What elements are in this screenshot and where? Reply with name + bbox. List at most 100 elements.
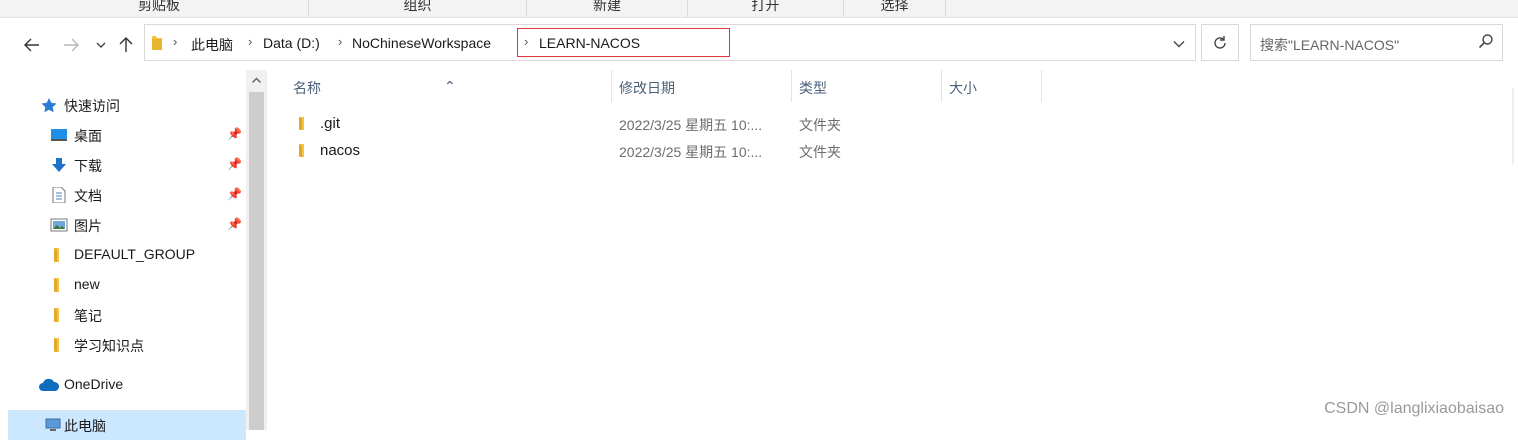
up-arrow-icon <box>119 37 133 52</box>
pin-icon: 📌 <box>227 157 242 171</box>
folder-icon <box>50 307 68 323</box>
sidebar-item-desktop[interactable]: 桌面 📌 <box>8 120 246 150</box>
sidebar-item-label: DEFAULT_GROUP <box>74 246 196 262</box>
sidebar-item-this-pc[interactable]: 此电脑 <box>8 410 246 440</box>
breadcrumb-workspace[interactable]: NoChineseWorkspace <box>352 35 491 51</box>
ribbon-group-select[interactable]: 选择 <box>844 0 946 17</box>
pin-icon: 📌 <box>227 217 242 231</box>
sidebar-item-label: new <box>74 276 100 292</box>
ribbon-group-label: 选择 <box>880 0 909 13</box>
ribbon-group-label: 组织 <box>403 0 432 13</box>
cloud-icon <box>38 377 60 393</box>
sidebar-item-notes[interactable]: 笔记 <box>8 300 246 330</box>
sidebar-item-label: 下载 <box>74 158 102 174</box>
column-header-type[interactable]: 类型 <box>799 78 827 98</box>
column-divider[interactable] <box>941 70 942 102</box>
refresh-icon <box>1214 35 1226 49</box>
forward-arrow-icon <box>64 38 79 52</box>
sidebar-item-label: 快速访问 <box>64 98 120 114</box>
chevron-down-icon <box>1173 41 1185 48</box>
sidebar-item-label: 学习知识点 <box>74 338 144 354</box>
sidebar-item-downloads[interactable]: 下载 📌 <box>8 150 246 180</box>
document-icon <box>50 186 68 204</box>
breadcrumb-separator-icon: › <box>248 34 253 49</box>
pin-icon: 📌 <box>227 127 242 141</box>
sidebar-item-label: 图片 <box>74 218 102 234</box>
navigation-pane: 快速访问 桌面 📌 下载 📌 文档 📌 图片 📌 DEFAULT_GROUP n… <box>8 70 246 440</box>
ribbon-group-organize[interactable]: 组织 <box>309 0 527 17</box>
address-bar[interactable]: › 此电脑 › Data (D:) › NoChineseWorkspace ›… <box>144 24 1196 61</box>
chevron-up-icon <box>252 77 261 83</box>
table-row[interactable]: .git 2022/3/25 星期五 10:... 文件夹 <box>268 111 1518 138</box>
column-divider[interactable] <box>1041 70 1042 102</box>
ribbon-group-new[interactable]: 新建 <box>527 0 688 17</box>
sidebar-item-label: OneDrive <box>64 376 124 392</box>
sidebar-item-new[interactable]: new <box>8 270 246 300</box>
sidebar-item-default-group[interactable]: DEFAULT_GROUP <box>8 240 246 270</box>
folder-icon <box>50 277 68 293</box>
chevron-down-icon <box>96 42 106 48</box>
address-dropdown-button[interactable] <box>1173 35 1185 51</box>
file-list: ⌃ 名称 修改日期 类型 大小 .git 2022/3/25 星期五 10:..… <box>268 70 1518 430</box>
column-divider[interactable] <box>611 70 612 102</box>
folder-icon <box>50 337 68 353</box>
sidebar-item-onedrive[interactable]: OneDrive <box>8 370 246 400</box>
ribbon-group-open[interactable]: 打开 <box>688 0 844 17</box>
ribbon-group-clipboard[interactable]: 剪贴板 <box>10 0 309 17</box>
scroll-thumb[interactable] <box>249 92 264 430</box>
back-button[interactable] <box>20 33 44 57</box>
recent-locations-button[interactable] <box>89 33 113 57</box>
folder-icon <box>152 36 162 50</box>
file-type: 文件夹 <box>799 117 841 133</box>
file-modified: 2022/3/25 星期五 10:... <box>619 144 763 160</box>
up-button[interactable] <box>114 33 138 57</box>
column-header-modified[interactable]: 修改日期 <box>619 78 675 98</box>
sidebar-item-documents[interactable]: 文档 📌 <box>8 180 246 210</box>
picture-icon <box>50 217 68 233</box>
file-name: nacos <box>320 142 361 159</box>
folder-icon <box>296 143 312 158</box>
search-icon[interactable] <box>1478 33 1494 52</box>
star-icon <box>40 97 58 113</box>
desktop-icon <box>50 127 68 143</box>
sidebar-item-quick-access[interactable]: 快速访问 <box>8 90 246 120</box>
forward-button[interactable] <box>59 33 83 57</box>
sidebar-item-study[interactable]: 学习知识点 <box>8 330 246 360</box>
ribbon-group-label: 剪贴板 <box>138 0 180 13</box>
sidebar-item-pictures[interactable]: 图片 📌 <box>8 210 246 240</box>
sidebar-item-label: 文档 <box>74 188 102 204</box>
ribbon-group-label: 打开 <box>751 0 780 13</box>
file-modified: 2022/3/25 星期五 10:... <box>619 117 763 133</box>
folder-icon <box>50 247 68 263</box>
watermark: CSDN @langlixiaobaisao <box>1324 400 1504 417</box>
ribbon: 剪贴板 组织 新建 打开 选择 <box>0 0 1518 18</box>
column-header-name[interactable]: 名称 <box>293 78 321 98</box>
search-box[interactable]: 搜索"LEARN-NACOS" <box>1250 24 1503 61</box>
ribbon-group-label: 新建 <box>593 0 621 13</box>
search-input[interactable]: 搜索"LEARN-NACOS" <box>1260 35 1399 55</box>
column-divider[interactable] <box>791 70 792 102</box>
file-type: 文件夹 <box>799 144 841 160</box>
breadcrumb-separator-icon: › <box>524 34 529 49</box>
breadcrumb-learn-nacos[interactable]: LEARN-NACOS <box>539 35 640 51</box>
column-header-size[interactable]: 大小 <box>949 78 977 98</box>
sidebar-item-label: 笔记 <box>74 308 102 324</box>
breadcrumb-this-pc[interactable]: 此电脑 <box>191 35 233 55</box>
refresh-button[interactable] <box>1201 24 1239 61</box>
sort-ascending-icon: ⌃ <box>444 78 456 94</box>
sidebar-item-label: 桌面 <box>74 128 102 144</box>
pin-icon: 📌 <box>227 187 242 201</box>
breadcrumb-separator-icon: › <box>173 34 178 49</box>
column-header-row: ⌃ 名称 修改日期 类型 大小 <box>268 70 1518 102</box>
sidebar-item-label: 此电脑 <box>64 418 106 434</box>
file-name: .git <box>320 115 341 132</box>
breadcrumb-data-drive[interactable]: Data (D:) <box>263 35 320 51</box>
table-row[interactable]: nacos 2022/3/25 星期五 10:... 文件夹 <box>268 138 1518 165</box>
sidebar-scrollbar[interactable] <box>246 70 267 430</box>
folder-icon <box>296 116 312 131</box>
download-icon <box>50 157 68 173</box>
breadcrumb-separator-icon: › <box>338 34 343 49</box>
scroll-up-button[interactable] <box>246 70 267 90</box>
window-edge <box>1512 88 1514 164</box>
computer-icon <box>44 417 62 433</box>
